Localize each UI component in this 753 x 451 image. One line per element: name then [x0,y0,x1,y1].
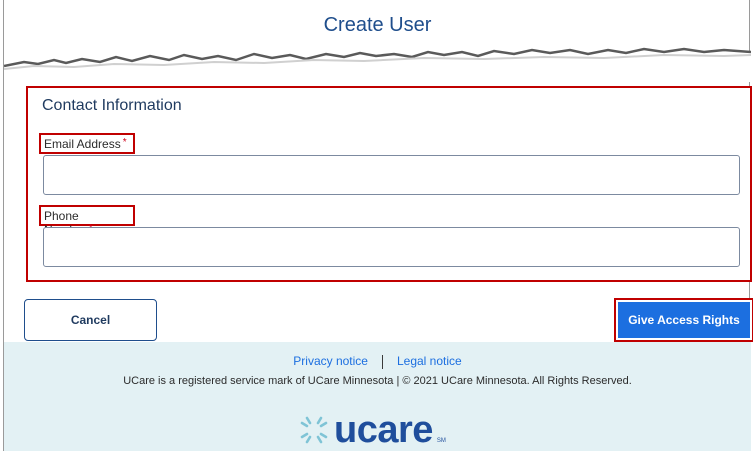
email-label-text: Email Address [44,137,121,151]
ucare-wordmark: ucare [334,409,433,451]
email-label: Email Address * [39,133,135,154]
torn-edge-divider [4,47,751,82]
legal-notice-link[interactable]: Legal notice [397,354,462,368]
create-user-screen: Create User Contact Information Email Ad… [3,0,753,451]
contact-information-section: Contact Information Email Address * Phone… [26,86,752,282]
phone-field[interactable] [43,227,740,267]
ucare-logo: ucare SM [298,410,446,450]
phone-label: Phone Number* [39,205,135,237]
give-access-highlight: Give Access Rights [614,298,753,342]
cancel-button[interactable]: Cancel [24,299,157,341]
copyright-text: UCare is a registered service mark of UC… [123,375,632,387]
section-title: Contact Information [42,97,182,114]
required-marker: * [122,137,127,148]
page-title: Create User [323,14,432,36]
ucare-logo-icon [300,416,328,444]
email-field[interactable] [43,155,740,195]
give-access-rights-button[interactable]: Give Access Rights [618,302,750,338]
footer: Privacy notice Legal notice UCare is a re… [4,342,751,451]
footer-divider [381,354,383,369]
footer-links: Privacy notice Legal notice [4,354,751,369]
privacy-notice-link[interactable]: Privacy notice [293,354,368,368]
service-mark: SM [436,438,446,444]
